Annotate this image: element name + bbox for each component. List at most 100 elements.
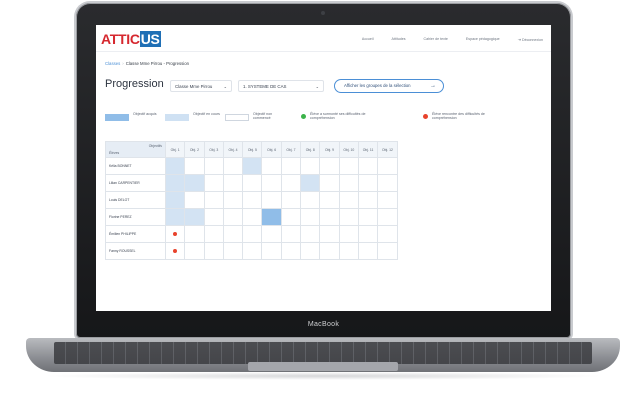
progress-cell[interactable] xyxy=(184,191,205,209)
progress-cell[interactable] xyxy=(377,242,398,260)
progress-cell[interactable] xyxy=(261,208,282,226)
progress-cell[interactable] xyxy=(319,225,340,243)
progress-cell[interactable] xyxy=(222,174,244,192)
progress-cell[interactable] xyxy=(261,242,282,260)
progress-cell[interactable] xyxy=(203,157,224,175)
progress-cell[interactable] xyxy=(377,157,398,175)
progress-cell[interactable] xyxy=(184,174,205,192)
progress-cell[interactable] xyxy=(377,191,398,209)
objective-header[interactable]: Obj. 8 xyxy=(300,141,321,158)
progress-cell[interactable] xyxy=(242,157,263,175)
breadcrumb-classes-link[interactable]: Classes xyxy=(105,61,120,66)
app-logo[interactable]: ATTICUS xyxy=(101,31,161,47)
progress-cell[interactable] xyxy=(357,208,379,226)
progress-cell[interactable] xyxy=(261,225,282,243)
progress-cell[interactable] xyxy=(377,208,398,226)
progress-cell[interactable] xyxy=(164,174,186,192)
progress-cell[interactable] xyxy=(357,242,379,260)
objective-header[interactable]: Obj. 6 xyxy=(261,141,282,158)
progress-cell[interactable] xyxy=(184,208,205,226)
objective-header[interactable]: Obj. 1 xyxy=(164,141,186,158)
objective-header[interactable]: Obj. 7 xyxy=(280,141,302,158)
nav-attitudes[interactable]: Attitudes xyxy=(392,37,406,42)
progress-cell[interactable] xyxy=(338,225,359,243)
progress-cell[interactable] xyxy=(357,174,379,192)
progress-cell[interactable] xyxy=(164,191,186,209)
progress-cell[interactable] xyxy=(300,242,321,260)
progress-cell[interactable] xyxy=(319,191,340,209)
progress-cell[interactable] xyxy=(319,174,340,192)
progress-cell[interactable] xyxy=(222,157,244,175)
student-name[interactable]: Fanny ROUSSEL xyxy=(105,242,166,260)
progress-cell[interactable] xyxy=(261,191,282,209)
objective-header[interactable]: Obj. 2 xyxy=(184,141,205,158)
progress-cell[interactable] xyxy=(242,225,263,243)
progress-cell[interactable] xyxy=(280,242,302,260)
progress-cell[interactable] xyxy=(184,225,205,243)
nav-cahier-de-texte[interactable]: Cahier de texte xyxy=(424,37,448,42)
progress-cell[interactable] xyxy=(300,208,321,226)
progress-cell[interactable] xyxy=(242,174,263,192)
progress-cell[interactable] xyxy=(338,174,359,192)
progress-cell[interactable] xyxy=(203,208,224,226)
progress-cell[interactable] xyxy=(300,174,321,192)
progress-cell[interactable] xyxy=(357,191,379,209)
progress-cell[interactable] xyxy=(164,242,186,260)
progress-cell[interactable] xyxy=(222,225,244,243)
progress-cell[interactable] xyxy=(338,157,359,175)
objective-header[interactable]: Obj. 12 xyxy=(377,141,398,158)
progress-cell[interactable] xyxy=(377,174,398,192)
progress-cell[interactable] xyxy=(261,174,282,192)
progress-cell[interactable] xyxy=(164,208,186,226)
progress-cell[interactable] xyxy=(164,225,186,243)
progress-cell[interactable] xyxy=(222,208,244,226)
progress-cell[interactable] xyxy=(222,191,244,209)
objective-header[interactable]: Obj. 10 xyxy=(338,141,359,158)
progress-cell[interactable] xyxy=(280,174,302,192)
progress-cell[interactable] xyxy=(280,191,302,209)
progress-cell[interactable] xyxy=(338,191,359,209)
student-name[interactable]: Louis DELOT xyxy=(105,191,166,209)
objective-header[interactable]: Obj. 11 xyxy=(357,141,379,158)
progress-cell[interactable] xyxy=(357,157,379,175)
nav-accueil[interactable]: Accueil xyxy=(362,37,374,42)
progress-cell[interactable] xyxy=(319,242,340,260)
progress-cell[interactable] xyxy=(242,191,263,209)
progress-cell[interactable] xyxy=(319,157,340,175)
progress-cell[interactable] xyxy=(203,225,224,243)
student-name[interactable]: Florine PEREZ xyxy=(105,208,166,226)
progress-cell[interactable] xyxy=(300,191,321,209)
objective-header[interactable]: Obj. 9 xyxy=(319,141,340,158)
progress-cell[interactable] xyxy=(261,157,282,175)
progress-cell[interactable] xyxy=(377,225,398,243)
objective-header[interactable]: Obj. 3 xyxy=(203,141,224,158)
student-name[interactable]: Lilian CARPENTIER xyxy=(105,174,166,192)
student-name[interactable]: Kélia BONNET xyxy=(105,157,166,175)
objective-header[interactable]: Obj. 5 xyxy=(242,141,263,158)
progress-cell[interactable] xyxy=(338,242,359,260)
progress-cell[interactable] xyxy=(280,225,302,243)
progress-cell[interactable] xyxy=(319,208,340,226)
progress-cell[interactable] xyxy=(280,157,302,175)
sequence-select[interactable]: 1. SYSTEME DE CAS ⌄ xyxy=(238,80,324,92)
progress-cell[interactable] xyxy=(242,242,263,260)
progress-cell[interactable] xyxy=(184,157,205,175)
progress-cell[interactable] xyxy=(300,225,321,243)
progress-cell[interactable] xyxy=(300,157,321,175)
progress-cell[interactable] xyxy=(338,208,359,226)
nav-espace-pedagogique[interactable]: Espace pédagogique xyxy=(466,37,500,42)
progress-cell[interactable] xyxy=(222,242,244,260)
progress-cell[interactable] xyxy=(164,157,186,175)
nav-deconnexion[interactable]: ⇥Déconnexion xyxy=(518,37,543,42)
progress-cell[interactable] xyxy=(242,208,263,226)
class-select[interactable]: Classe Mme Pirrou ⌄ xyxy=(170,80,232,92)
progress-cell[interactable] xyxy=(203,191,224,209)
progress-cell[interactable] xyxy=(203,174,224,192)
student-name[interactable]: Émilien PHILIPPE xyxy=(105,225,166,243)
progress-cell[interactable] xyxy=(280,208,302,226)
progress-cell[interactable] xyxy=(203,242,224,260)
show-groups-button[interactable]: Afficher les groupes de la sélection → xyxy=(334,79,444,93)
objective-header[interactable]: Obj. 4 xyxy=(222,141,244,158)
progress-cell[interactable] xyxy=(184,242,205,260)
progress-cell[interactable] xyxy=(357,225,379,243)
